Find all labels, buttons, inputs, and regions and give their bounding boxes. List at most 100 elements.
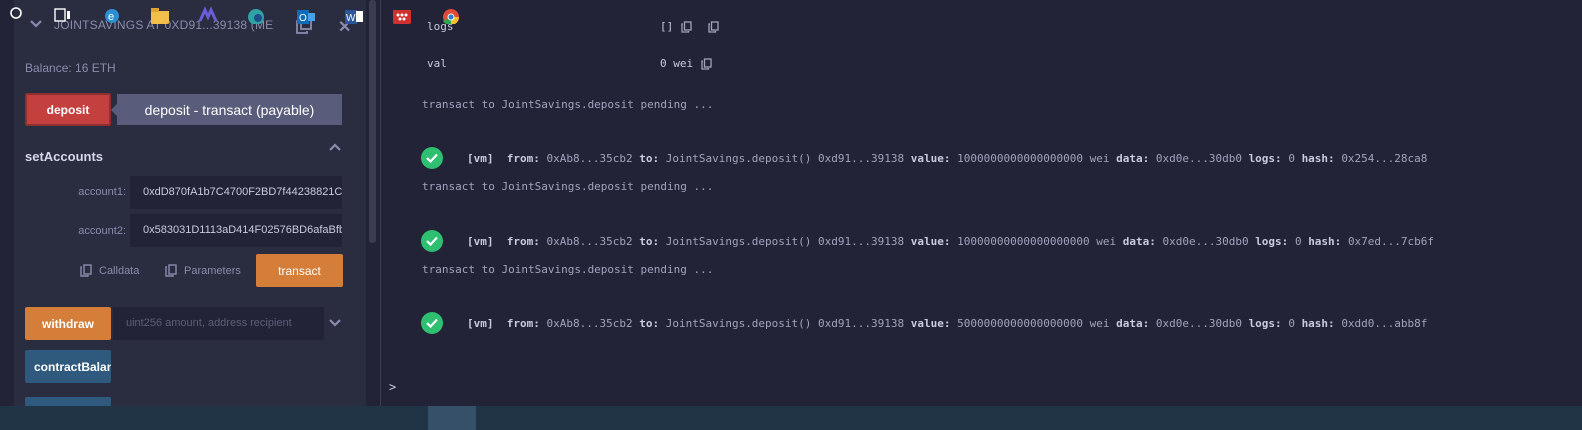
to-value: JointSavings.deposit() 0xd91...39138 bbox=[665, 316, 905, 330]
val-value-text: 0 wei bbox=[660, 57, 694, 70]
svg-text:e: e bbox=[108, 11, 114, 23]
withdraw-input[interactable]: uint256 amount, address recipient bbox=[113, 307, 324, 340]
copy-icon bbox=[165, 264, 177, 277]
from-value: 0xAb8...35cb2 bbox=[546, 151, 633, 165]
file-explorer-icon[interactable] bbox=[150, 5, 170, 24]
next-function-button[interactable] bbox=[25, 397, 111, 406]
from-label: from: bbox=[506, 316, 540, 330]
chrome-icon[interactable] bbox=[441, 5, 461, 24]
copy-icon[interactable] bbox=[708, 20, 719, 33]
teams-icon[interactable] bbox=[198, 5, 218, 24]
svg-text:O: O bbox=[299, 13, 307, 24]
logs-label: logs: bbox=[1255, 234, 1289, 248]
edge-icon[interactable] bbox=[246, 5, 266, 24]
vm-tag: [vm] bbox=[467, 234, 494, 248]
transaction-row[interactable]: [vm] from: 0xAb8...35cb2 to: JointSaving… bbox=[421, 230, 1434, 252]
calldata-copy-button[interactable]: Calldata bbox=[80, 264, 139, 277]
value-label: value: bbox=[910, 234, 951, 248]
to-label: to: bbox=[639, 234, 660, 248]
hash-value: 0xdd0...abb8f bbox=[1341, 316, 1428, 330]
calldata-label: Calldata bbox=[99, 264, 140, 277]
data-value: 0xd0e...30db0 bbox=[1155, 316, 1242, 330]
parameters-label: Parameters bbox=[184, 264, 241, 277]
success-check-icon bbox=[421, 312, 443, 334]
terminal-output: logs [] val 0 wei transact to JointSavin… bbox=[381, 0, 1582, 406]
hash-value: 0x254...28ca8 bbox=[1341, 151, 1428, 165]
parameters-copy-button[interactable]: Parameters bbox=[165, 264, 241, 277]
logs-value: [] bbox=[660, 20, 719, 33]
deposit-tooltip: deposit - transact (payable) bbox=[111, 94, 342, 125]
deployed-contract-panel: JOINTSAVINGS AT 0XD91...39138 (MEM ✕ Bal… bbox=[0, 0, 366, 406]
hash-label: hash: bbox=[1301, 316, 1335, 330]
chevron-down-icon[interactable] bbox=[30, 19, 42, 29]
hash-label: hash: bbox=[1308, 234, 1342, 248]
windows-taskbar bbox=[0, 406, 1582, 430]
success-check-icon bbox=[421, 147, 443, 169]
pending-message: transact to JointSavings.deposit pending… bbox=[422, 98, 714, 111]
vm-tag: [vm] bbox=[467, 316, 494, 330]
transaction-details: [vm] from: 0xAb8...35cb2 to: JointSaving… bbox=[467, 235, 1434, 248]
to-value: JointSavings.deposit() 0xd91...39138 bbox=[665, 234, 905, 248]
logs-label: logs: bbox=[1248, 316, 1282, 330]
account1-input[interactable]: 0xdD870fA1b7C4700F2BD7f44238821C26f73921… bbox=[130, 176, 342, 209]
value-value: 5000000000000000000 wei bbox=[957, 316, 1110, 330]
from-label: from: bbox=[506, 234, 540, 248]
value-value: 1000000000000000000 wei bbox=[957, 151, 1110, 165]
terminal-prompt[interactable]: > bbox=[389, 380, 396, 394]
svg-text:W: W bbox=[346, 13, 356, 24]
value-value: 10000000000000000000 wei bbox=[957, 234, 1117, 248]
transaction-row[interactable]: [vm] from: 0xAb8...35cb2 to: JointSaving… bbox=[421, 312, 1427, 334]
outlook-icon[interactable]: O bbox=[296, 5, 316, 24]
chevron-up-icon[interactable] bbox=[329, 143, 341, 153]
logs-count: 0 bbox=[1288, 151, 1295, 165]
data-value: 0xd0e...30db0 bbox=[1162, 234, 1249, 248]
copy-icon[interactable] bbox=[701, 57, 712, 70]
value-label: value: bbox=[910, 316, 951, 330]
transaction-details: [vm] from: 0xAb8...35cb2 to: JointSaving… bbox=[467, 152, 1427, 165]
from-label: from: bbox=[506, 151, 540, 165]
transaction-details: [vm] from: 0xAb8...35cb2 to: JointSaving… bbox=[467, 317, 1427, 330]
pending-message: transact to JointSavings.deposit pending… bbox=[422, 180, 714, 193]
transact-button[interactable]: transact bbox=[256, 254, 343, 287]
logs-count: 0 bbox=[1288, 316, 1295, 330]
val-value: 0 wei bbox=[660, 57, 712, 70]
to-label: to: bbox=[639, 316, 660, 330]
value-label: value: bbox=[910, 151, 951, 165]
copy-icon[interactable] bbox=[681, 20, 692, 33]
app-icon[interactable] bbox=[392, 5, 412, 24]
account1-label: account1: bbox=[78, 186, 126, 198]
pending-message: transact to JointSavings.deposit pending… bbox=[422, 263, 714, 276]
set-accounts-title: setAccounts bbox=[25, 149, 104, 164]
data-label: data: bbox=[1122, 234, 1156, 248]
logs-value-text: [] bbox=[660, 20, 674, 33]
from-value: 0xAb8...35cb2 bbox=[546, 316, 633, 330]
panel-scrollbar-thumb[interactable] bbox=[369, 0, 376, 243]
val-key: val bbox=[427, 57, 447, 70]
deposit-button[interactable]: deposit bbox=[25, 93, 111, 126]
hash-label: hash: bbox=[1301, 151, 1335, 165]
taskbar-active-highlight bbox=[428, 406, 476, 430]
internet-explorer-icon[interactable]: e bbox=[102, 5, 122, 24]
copy-icon bbox=[80, 264, 92, 277]
transaction-row[interactable]: [vm] from: 0xAb8...35cb2 to: JointSaving… bbox=[421, 147, 1427, 169]
logs-count: 0 bbox=[1294, 234, 1302, 248]
withdraw-button[interactable]: withdraw bbox=[25, 307, 111, 340]
success-check-icon bbox=[421, 230, 443, 252]
to-label: to: bbox=[639, 151, 660, 165]
chevron-down-icon[interactable] bbox=[329, 318, 341, 328]
panel-edge bbox=[0, 0, 14, 406]
task-view-icon[interactable] bbox=[52, 5, 72, 24]
account2-input[interactable]: 0x583031D1113aD414F02576BD6afaBfb3021402… bbox=[130, 214, 342, 247]
account2-label: account2: bbox=[78, 225, 126, 237]
hash-value: 0x7ed...7cb6f bbox=[1347, 234, 1435, 248]
data-label: data: bbox=[1116, 316, 1150, 330]
data-label: data: bbox=[1116, 151, 1150, 165]
vm-tag: [vm] bbox=[467, 151, 494, 165]
contract-balance-text: Balance: 16 ETH bbox=[25, 61, 116, 75]
data-value: 0xd0e...30db0 bbox=[1155, 151, 1242, 165]
contract-balance-button[interactable]: contractBalan bbox=[25, 350, 111, 383]
word-icon[interactable]: W bbox=[344, 5, 364, 24]
to-value: JointSavings.deposit() 0xd91...39138 bbox=[665, 151, 905, 165]
from-value: 0xAb8...35cb2 bbox=[546, 234, 633, 248]
search-icon[interactable] bbox=[8, 5, 28, 24]
